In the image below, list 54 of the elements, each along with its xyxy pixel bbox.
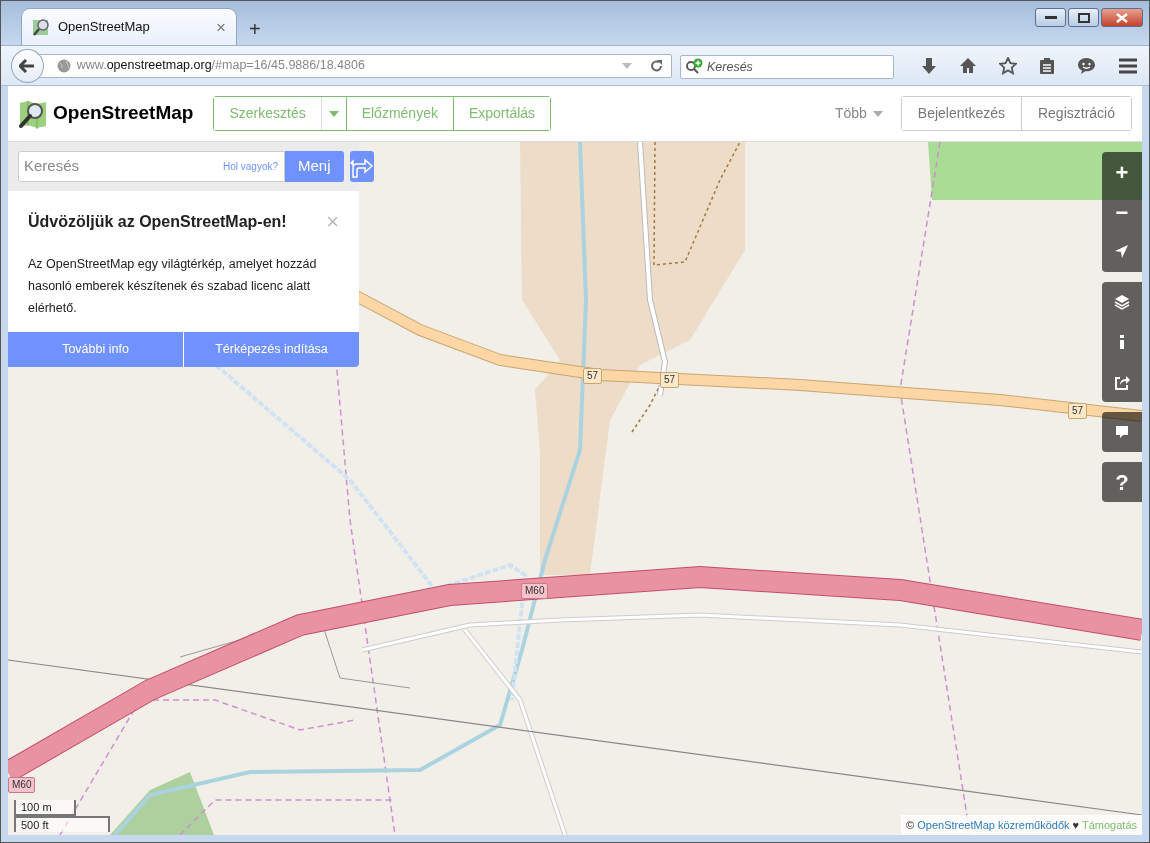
minimize-button[interactable] [1035,8,1066,27]
road-shield: M60 [8,777,36,793]
logo-icon [18,98,48,129]
share-button[interactable] [1102,362,1142,402]
scale-label: 500 ft [14,816,110,832]
minimize-icon [1044,15,1057,20]
note-button[interactable] [1102,412,1142,452]
welcome-button[interactable]: Térképezés indítása [183,332,359,367]
support-link[interactable]: Támogatás [1081,818,1137,831]
globe-icon [56,58,71,73]
where-am-i-link[interactable]: Hol vagyok? [223,159,279,174]
caret-icon [328,111,339,118]
map-logo-icon [32,18,50,36]
browser-search-field[interactable]: Keresés [680,54,894,79]
close-button[interactable] [1101,8,1143,27]
tab-close-button[interactable]: × [216,18,226,36]
locate-icon [1114,244,1130,260]
layers-button[interactable] [1102,282,1142,322]
reload-icon[interactable] [649,57,665,74]
road-shield: 57 [1068,403,1088,419]
welcome-button[interactable]: További info [8,332,183,367]
attribution-link[interactable]: OpenStreetMap közreműködők [917,818,1070,831]
tab-title: OpenStreetMap [58,18,151,37]
search-icon [685,57,703,74]
back-arrow-icon [19,58,36,73]
scale-label: 100 m [14,800,76,816]
account-button[interactable]: Regisztráció [1020,97,1131,130]
browser-tab[interactable]: OpenStreetMap × [21,8,237,45]
road-shield: 57 [660,372,680,388]
comment-icon [1114,424,1130,440]
welcome-text: Az OpenStreetMap egy világtérkép, amelyet hozzád hasonló emberek készítenek és szabad licenc alatt elérhető. [27,256,318,317]
caret-icon [872,110,883,117]
url-text: www.openstreetmap.org/#map=16/45.9886/18.4806 [76,57,366,75]
zoom-out-button[interactable]: − [1102,192,1142,232]
close-icon [1116,12,1128,23]
logo-text[interactable]: OpenStreetMap [53,99,194,128]
road-shield: 57 [583,368,603,384]
new-tab-button[interactable]: + [245,19,265,39]
back-button[interactable] [11,48,44,83]
search-field[interactable]: Keresés Hol vagyok? [18,151,286,182]
zoom-in-button[interactable]: + [1102,152,1142,192]
go-button[interactable]: Menj [285,151,344,182]
help-button[interactable]: ? [1102,462,1142,502]
maximize-icon [1077,12,1090,23]
layers-icon [1114,294,1130,310]
nav-button[interactable]: Exportálás [452,97,551,130]
welcome-title: Üdvözöljük az OpenStreetMap-en! [28,212,288,232]
attribution-text: © OpenStreetMap közreműködők ♥ Támogatás [901,814,1142,835]
more-menu[interactable]: Több [828,102,889,125]
road-shield: M60 [521,583,549,599]
locate-button[interactable] [1102,232,1142,272]
share-icon [1114,374,1130,390]
directions-button[interactable] [349,151,374,182]
maximize-button[interactable] [1068,8,1099,27]
